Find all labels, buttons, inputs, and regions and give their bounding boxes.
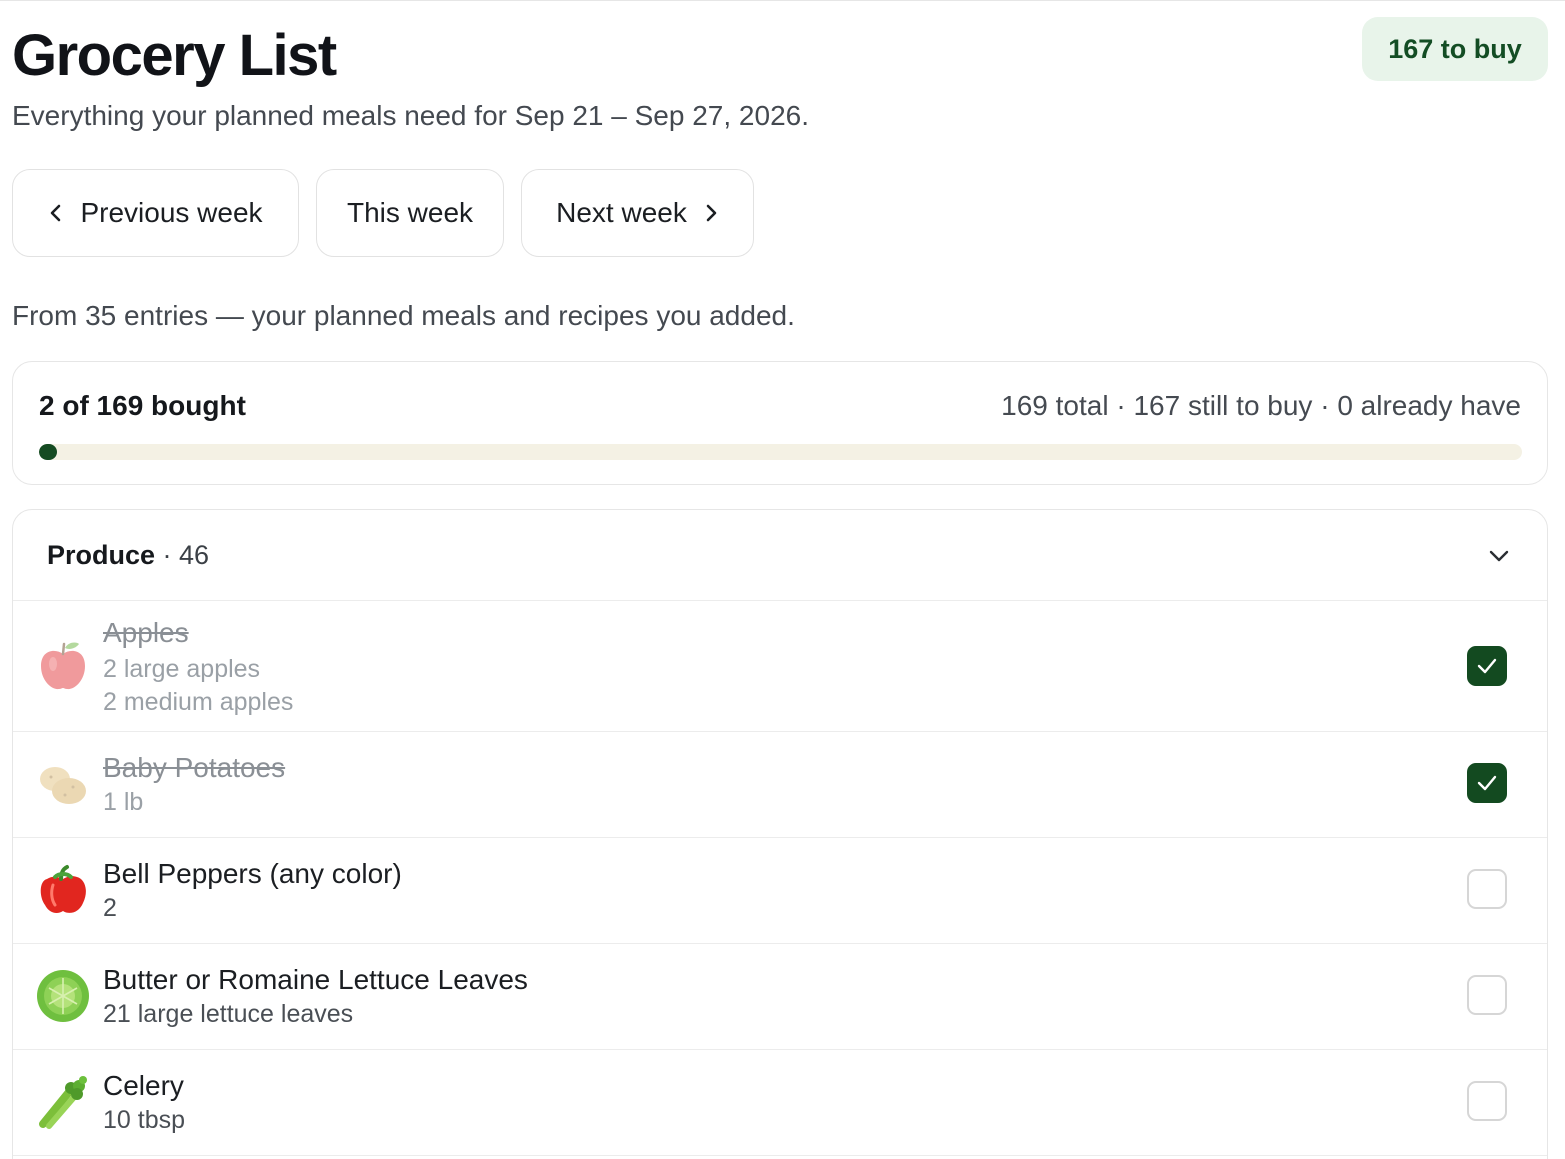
category-title: Produce · 46 (47, 540, 209, 571)
bell-pepper-icon (40, 865, 86, 913)
potato-icon (40, 767, 86, 804)
category-header[interactable]: Produce · 46 (13, 510, 1547, 601)
this-week-button[interactable]: This week (316, 169, 504, 257)
item-checkbox[interactable] (1467, 869, 1507, 909)
page-title: Grocery List (12, 23, 337, 88)
item-quantity: 2 (103, 894, 117, 922)
list-item[interactable]: Baby Potatoes 1 lb (13, 732, 1547, 838)
chevron-right-icon (706, 204, 717, 222)
chevron-left-icon (51, 204, 61, 222)
item-checkbox[interactable] (1467, 1081, 1507, 1121)
progress-bar-fill (39, 444, 57, 460)
checkmark-icon (1477, 658, 1497, 674)
source-note: From 35 entries — your planned meals and… (12, 300, 795, 331)
progress-label: 2 of 169 bought (39, 390, 246, 421)
item-quantity: 1 lb (103, 788, 144, 816)
item-checkbox[interactable] (1467, 763, 1507, 803)
previous-week-button[interactable]: Previous week (12, 169, 299, 257)
lettuce-icon (37, 970, 89, 1022)
item-quantity: 10 tbsp (103, 1106, 186, 1134)
item-quantity: 2 large apples (103, 655, 261, 683)
this-week-label: This week (346, 197, 474, 228)
checkmark-icon (1477, 775, 1497, 791)
week-navigation: Previous week This week Next week (12, 169, 754, 257)
category-name: Produce (47, 540, 156, 570)
item-name: Celery (103, 1070, 184, 1101)
progress-bar (39, 444, 1522, 460)
item-quantity: 21 large lettuce leaves (103, 1000, 354, 1028)
item-name: Baby Potatoes (103, 752, 286, 783)
apple-icon (41, 642, 85, 690)
category-count: · 46 (162, 540, 210, 570)
page-subtitle: Everything your planned meals need for S… (12, 100, 809, 131)
next-week-button[interactable]: Next week (521, 169, 754, 257)
next-week-label: Next week (556, 197, 687, 228)
item-checkbox[interactable] (1467, 646, 1507, 686)
list-item[interactable]: Butter or Romaine Lettuce Leaves 21 larg… (13, 944, 1547, 1050)
item-name: Apples (103, 617, 189, 648)
progress-stats: 169 total · 167 still to buy · 0 already… (1001, 390, 1521, 421)
item-name: Bell Peppers (any color) (103, 858, 402, 889)
top-divider (0, 0, 1565, 1)
item-name: Butter or Romaine Lettuce Leaves (103, 964, 528, 995)
chevron-down-icon[interactable] (1487, 544, 1511, 568)
list-item[interactable]: Celery 10 tbsp (13, 1050, 1547, 1156)
progress-card: 2 of 169 bought 169 total · 167 still to… (12, 361, 1548, 485)
previous-week-label: Previous week (80, 197, 263, 228)
item-checkbox[interactable] (1467, 975, 1507, 1015)
list-item[interactable]: Bell Peppers (any color) 2 (13, 838, 1547, 944)
to-buy-badge: 167 to buy (1362, 17, 1548, 81)
list-item[interactable]: Apples 2 large apples 2 medium apples (13, 601, 1547, 732)
category-produce: Produce · 46 Apples 2 large apples 2 med… (12, 509, 1548, 1159)
celery-icon (39, 1076, 87, 1129)
item-quantity: 2 medium apples (103, 688, 294, 716)
